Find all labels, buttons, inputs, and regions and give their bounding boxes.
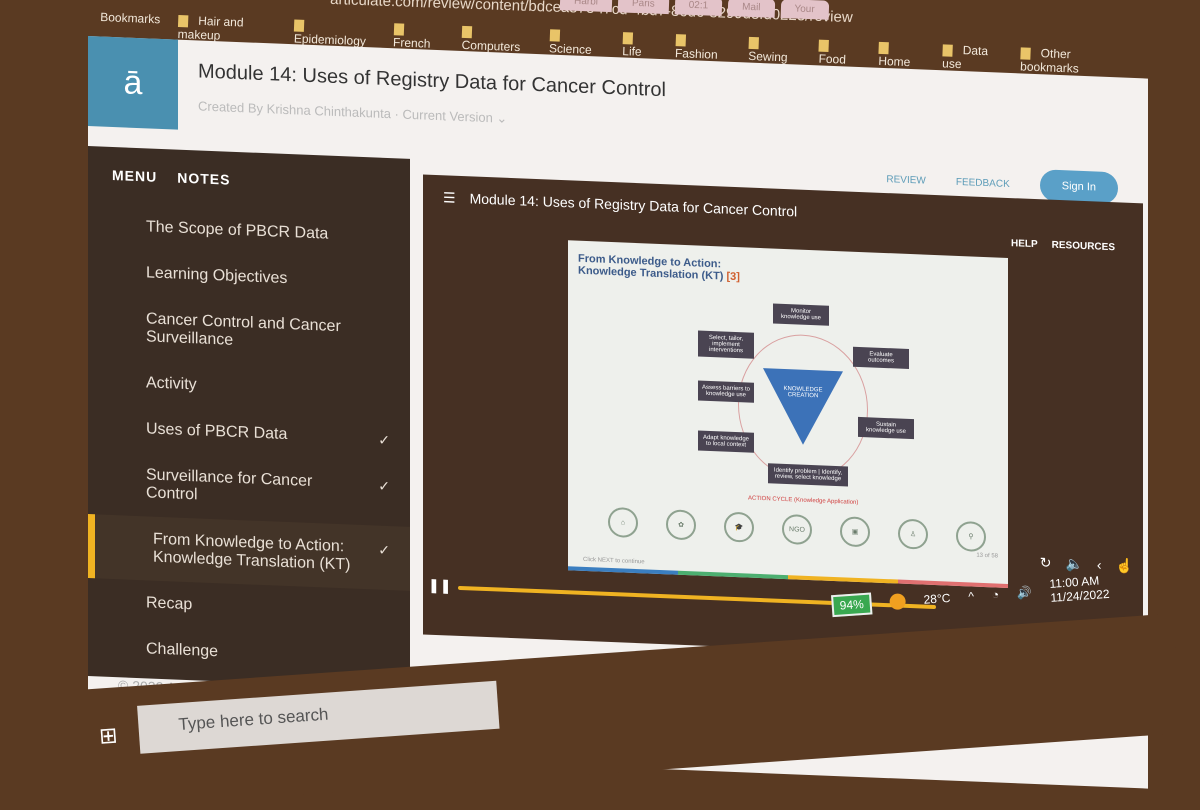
temperature[interactable]: 28°C — [923, 591, 951, 607]
knowledge-triangle: KNOWLEDGE CREATION — [763, 368, 843, 447]
check-icon: ✓ — [378, 541, 390, 559]
page-subtitle[interactable]: Created By Krishna Chinthakunta · Curren… — [198, 98, 507, 126]
pointer-icon[interactable]: ☝ — [1116, 557, 1133, 575]
hospital-bed-icon: ▣ — [840, 516, 870, 548]
notes-tab[interactable]: NOTES — [177, 170, 230, 188]
bookmark-folder[interactable]: Science — [549, 27, 605, 57]
slide-title: From Knowledge to Action: Knowledge Tran… — [578, 252, 740, 284]
menu-item-label: Uses of PBCR Data — [146, 420, 288, 444]
bookmark-folder[interactable]: French — [393, 21, 445, 51]
next-hint: Click NEXT to continue — [583, 556, 645, 566]
wifi-icon[interactable]: ◔ — [991, 588, 999, 602]
slide-number: 13 of 58 — [976, 552, 998, 560]
cycle-label: ACTION CYCLE (Knowledge Application) — [748, 495, 859, 506]
menu-item-label: Learning Objectives — [146, 264, 288, 288]
pause-button[interactable]: ❚❚ — [428, 577, 451, 595]
battery-indicator[interactable]: 94% — [831, 592, 873, 618]
resources-button[interactable]: RESOURCES — [1052, 240, 1115, 254]
menu-item-label: Cancer Control and Cancer Surveillance — [146, 310, 341, 349]
bookmark-folder[interactable]: Other bookmarks — [1020, 45, 1120, 77]
magnifier-icon: ⚲ — [956, 520, 986, 553]
hamburger-icon[interactable]: ☰ — [443, 189, 456, 207]
chevron-up-icon[interactable]: ^ — [968, 589, 975, 603]
clock[interactable]: 11:00 AM 11/24/2022 — [1049, 573, 1110, 605]
check-icon: ✓ — [378, 431, 390, 449]
building-icon: ⌂ — [608, 506, 638, 539]
menu-item-label: The Scope of PBCR Data — [146, 218, 329, 243]
menu-item-label: Recap — [146, 594, 193, 614]
ngo-icon: NGO — [782, 513, 812, 546]
browser-tab[interactable]: Harbi — [559, 0, 613, 13]
graduate-icon: 🎓 — [724, 511, 754, 543]
bookmark-folder[interactable]: Fashion — [675, 32, 731, 62]
menu-item-label: Activity — [146, 374, 197, 394]
cycle-box: Assess barriers to knowledge use — [698, 380, 754, 403]
player-title: Module 14: Uses of Registry Data for Can… — [469, 190, 798, 220]
person-icon: ♙ — [898, 518, 928, 550]
page-title: Module 14: Uses of Registry Data for Can… — [198, 60, 666, 102]
windows-icon[interactable]: ⊞ — [98, 722, 118, 749]
speaker-icon[interactable]: 🔊 — [1017, 585, 1033, 600]
browser-tab[interactable]: Paris — [617, 0, 670, 15]
articulate-logo: ā — [88, 36, 178, 130]
cycle-box: Adapt knowledge to local context — [698, 430, 754, 453]
browser-tab[interactable]: 02:1 — [674, 0, 723, 16]
course-sidebar: MENU NOTES The Scope of PBCR Data Learnin… — [88, 146, 410, 689]
feedback-tab[interactable]: FEEDBACK — [956, 176, 1010, 189]
review-tab[interactable]: REVIEW — [886, 174, 925, 187]
menu-item-label: From Knowledge to Action: Knowledge Tran… — [153, 530, 351, 574]
cycle-box: Identify problem | Identify, review, sel… — [768, 463, 848, 487]
menu-item-label: Surveillance for Cancer Control — [146, 466, 313, 504]
bookmark-folder[interactable]: Home — [878, 40, 925, 70]
cycle-box: Select, tailor, implement interventions — [698, 330, 754, 359]
browser-tab[interactable]: Your — [780, 0, 829, 20]
help-button[interactable]: HELP — [1011, 238, 1038, 250]
volume-icon[interactable]: 🔈 — [1065, 555, 1082, 573]
weather-icon[interactable] — [889, 593, 907, 611]
prev-icon[interactable]: ‹ — [1097, 557, 1102, 574]
bookmark-folder[interactable]: Computers — [461, 24, 531, 55]
slide: From Knowledge to Action: Knowledge Tran… — [568, 240, 1008, 588]
cycle-box: Monitor knowledge use — [773, 303, 829, 326]
bookmark-item[interactable]: Bookmarks — [99, 10, 161, 40]
bookmark-folder[interactable]: Data use — [942, 42, 1003, 72]
bookmark-folder[interactable]: Life — [622, 30, 658, 59]
bookmark-folder[interactable]: Sewing — [748, 35, 801, 65]
search-input[interactable]: Type here to search — [137, 680, 500, 754]
cycle-box: Sustain knowledge use — [858, 416, 914, 440]
check-icon: ✓ — [378, 477, 390, 495]
browser-tab[interactable]: Mail — [727, 0, 775, 18]
bookmark-folder[interactable]: Food — [818, 38, 861, 68]
menu-item-label: Challenge — [146, 640, 219, 661]
cycle-box: Evaluate outcomes — [853, 346, 909, 369]
replay-icon[interactable]: ↻ — [1040, 554, 1052, 571]
hands-icon: ✿ — [666, 509, 696, 541]
menu-tab[interactable]: MENU — [112, 167, 157, 185]
